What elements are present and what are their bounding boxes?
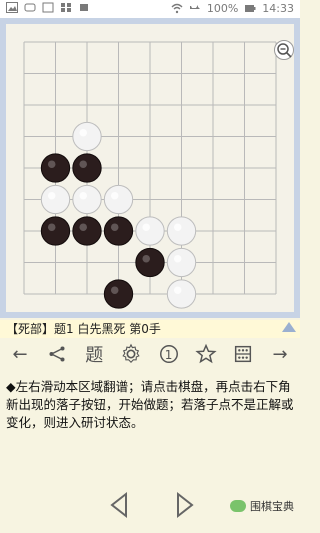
white-stone-highlight: [173, 286, 182, 294]
black-stone-highlight: [142, 254, 150, 263]
zoom-icon[interactable]: [274, 40, 294, 60]
black-stone[interactable]: [40, 153, 71, 183]
move-number-button[interactable]: 1: [155, 340, 183, 368]
star-icon: [195, 343, 217, 364]
black-stone[interactable]: [135, 247, 165, 278]
white-stone[interactable]: [135, 216, 165, 246]
window-icon: [42, 2, 54, 13]
problem-info-text: 【死部】题1 白先黑死 第0手: [6, 322, 161, 336]
white-stone[interactable]: [72, 121, 102, 152]
image-icon: [6, 2, 18, 13]
wifi-icon: [171, 3, 183, 14]
black-stone[interactable]: [72, 153, 102, 183]
black-stone-highlight: [79, 160, 87, 168]
instruction-text-area[interactable]: ◆左右滑动本区域翻谱；请点击棋盘，再点击右下角新出现的落子按钮，开始做题；若落子…: [6, 378, 294, 432]
brand-text: 围棋宝典: [250, 500, 294, 513]
back-arrow-icon: ←: [12, 343, 28, 365]
square-icon: [78, 2, 90, 13]
go-board-frame: [0, 18, 300, 318]
white-stone[interactable]: [166, 247, 197, 278]
wechat-icon: [230, 500, 246, 512]
game-controller-icon: [24, 2, 36, 13]
black-stone[interactable]: [72, 216, 102, 246]
white-stone[interactable]: [72, 184, 102, 215]
toolbar: ← 题 1 →: [0, 338, 300, 370]
move-number-label: 1: [164, 347, 173, 362]
black-stone-highlight: [110, 223, 119, 231]
white-stone[interactable]: [166, 279, 197, 309]
problem-mode-label: 题: [85, 345, 104, 366]
white-stone-highlight: [173, 223, 182, 231]
black-stone-highlight: [47, 160, 56, 168]
white-stone-highlight: [142, 223, 150, 231]
white-stone[interactable]: [40, 184, 71, 215]
gear-icon: [122, 343, 141, 364]
black-stone-highlight: [110, 286, 119, 294]
settings-button[interactable]: [117, 340, 145, 368]
instruction-text: ◆左右滑动本区域翻谱；请点击棋盘，再点击右下角新出现的落子按钮，开始做题；若落子…: [6, 379, 294, 430]
black-stone-highlight: [47, 223, 56, 231]
forward-arrow-icon: →: [272, 343, 288, 365]
black-stone[interactable]: [40, 216, 71, 246]
white-stone-highlight: [79, 191, 87, 200]
black-stone[interactable]: [103, 279, 134, 309]
status-icons-left: [6, 2, 90, 13]
bottom-navigation: 围棋宝典: [0, 488, 300, 533]
abacus-icon: [234, 345, 251, 363]
white-stone-highlight: [79, 128, 87, 137]
brand-watermark: 围棋宝典: [230, 498, 294, 514]
white-stone-highlight: [110, 191, 119, 200]
battery-percent: 100%: [206, 2, 239, 15]
black-stone-highlight: [79, 223, 87, 231]
collapse-triangle-icon[interactable]: [282, 322, 296, 332]
airplane-icon: [189, 3, 201, 14]
status-icons-right: 100% 14:33: [171, 2, 294, 15]
next-button[interactable]: [168, 488, 202, 522]
favorite-button[interactable]: [192, 340, 220, 368]
clock: 14:33: [262, 2, 294, 15]
triangle-left-icon: [110, 491, 127, 519]
share-icon: [49, 346, 65, 362]
go-board[interactable]: [6, 24, 294, 312]
white-stone-highlight: [173, 254, 182, 263]
white-stone[interactable]: [103, 184, 134, 215]
share-button[interactable]: [43, 340, 71, 368]
forward-button[interactable]: →: [266, 340, 294, 368]
back-button[interactable]: ←: [6, 340, 34, 368]
battery-icon: [244, 3, 256, 14]
grid-icon: [60, 2, 72, 13]
white-stone-highlight: [47, 191, 56, 200]
triangle-right-icon: [177, 491, 194, 519]
status-bar: 100% 14:33: [0, 0, 300, 18]
black-stone[interactable]: [103, 216, 134, 246]
abacus-button[interactable]: [229, 340, 257, 368]
problem-info-bar: 【死部】题1 白先黑死 第0手: [0, 320, 300, 338]
white-stone[interactable]: [166, 216, 197, 246]
previous-button[interactable]: [102, 488, 136, 522]
problem-mode-button[interactable]: 题: [80, 340, 108, 368]
